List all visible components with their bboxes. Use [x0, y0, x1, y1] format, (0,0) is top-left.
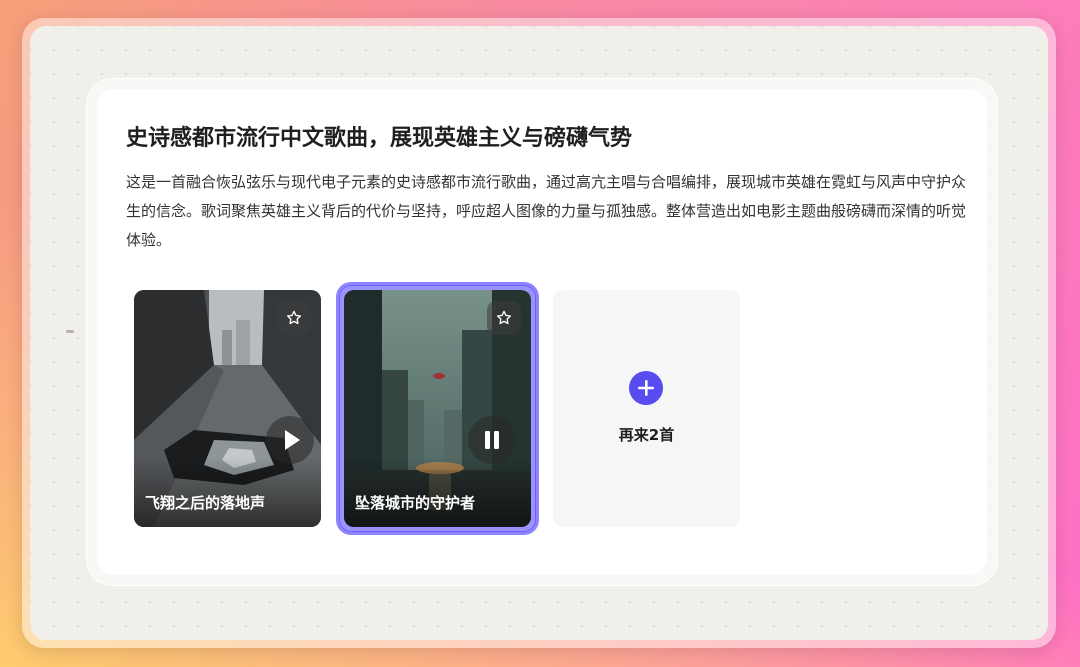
generate-more-button[interactable]: 再来2首	[553, 290, 740, 527]
favorite-button[interactable]	[277, 301, 311, 335]
pause-button[interactable]	[468, 416, 516, 464]
song-set-title: 史诗感都市流行中文歌曲，展现英雄主义与磅礴气势	[126, 126, 633, 151]
pause-icon	[485, 431, 499, 449]
song-card-selected[interactable]: 坠落城市的守护者	[344, 290, 531, 527]
song-card[interactable]: 飞翔之后的落地声	[134, 290, 321, 527]
song-title: 飞翔之后的落地声	[145, 494, 266, 512]
play-icon	[285, 430, 300, 450]
generate-more-label: 再来2首	[618, 426, 675, 444]
song-set-description: 这是一首融合恢弘弦乐与现代电子元素的史诗感都市流行歌曲，通过高亢主唱与合唱编排，…	[126, 173, 967, 249]
favorite-button[interactable]	[487, 301, 521, 335]
play-button[interactable]	[266, 416, 314, 464]
side-handle[interactable]	[66, 330, 74, 333]
plus-icon	[629, 371, 663, 405]
song-title: 坠落城市的守护者	[355, 494, 476, 512]
star-icon	[496, 310, 512, 325]
star-icon	[286, 310, 302, 325]
